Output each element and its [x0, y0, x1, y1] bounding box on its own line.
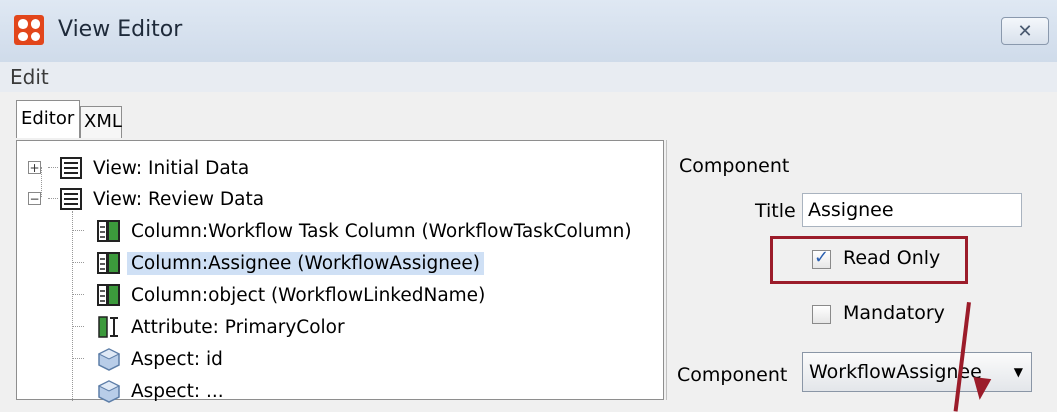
read-only-label: Read Only	[843, 247, 941, 269]
close-icon: ✕	[1017, 20, 1033, 42]
tree-item-label: Column:Workflow Task Column (WorkflowTas…	[131, 220, 632, 242]
collapse-icon[interactable]: −	[28, 192, 41, 205]
view-tree: + View: Initial Data − View: Review Data…	[16, 140, 664, 403]
tree-item-label: Column:Assignee (WorkflowAssignee)	[127, 251, 484, 275]
tree-item-label: Aspect: ...	[131, 380, 224, 402]
tree-item-label: Aspect: id	[131, 348, 223, 370]
aspect-icon	[97, 347, 121, 371]
tree-connector	[48, 198, 58, 199]
tree-item[interactable]: Column:Workflow Task Column (WorkflowTas…	[97, 216, 636, 246]
tree-connector	[72, 230, 84, 231]
tree-connector	[72, 211, 73, 401]
tab-xml[interactable]: XML	[80, 106, 122, 138]
window-title: View Editor	[58, 17, 183, 42]
tree-item-label: View: Initial Data	[93, 157, 250, 179]
tree-item-label: View: Review Data	[93, 188, 265, 210]
menu-edit[interactable]: Edit	[10, 65, 49, 89]
column-icon	[97, 219, 121, 243]
read-only-checkbox[interactable]	[812, 247, 831, 269]
attribute-icon	[97, 315, 121, 339]
tree-item-label: Attribute: PrimaryColor	[131, 316, 345, 338]
section-title: Component	[679, 155, 790, 177]
tree-item[interactable]: Aspect: id	[97, 344, 227, 374]
tree-item-label: Column:object (WorkflowLinkedName)	[131, 284, 486, 306]
table-icon	[59, 156, 83, 180]
tree-connector	[41, 167, 42, 197]
annotation-arrow-head	[970, 376, 992, 402]
component-label: Component	[677, 364, 788, 386]
tree-item[interactable]: Attribute: PrimaryColor	[97, 312, 349, 342]
tree-item-selected[interactable]: Column:Assignee (WorkflowAssignee)	[97, 248, 484, 278]
tree-connector	[72, 358, 84, 359]
window-titlebar: View Editor ✕	[0, 0, 1057, 63]
table-icon	[59, 187, 83, 211]
chevron-down-icon: ▼	[1013, 365, 1023, 379]
component-select-value: WorkflowAssignee	[809, 361, 982, 383]
column-icon	[97, 283, 121, 307]
tab-strip: Editor XML	[0, 92, 1057, 140]
properties-panel: Component Title Read Only Mandatory Comp…	[666, 140, 1057, 412]
tree-connector	[72, 294, 84, 295]
menu-bar: Edit	[0, 62, 1057, 93]
tree-connector	[72, 326, 84, 327]
component-select[interactable]: WorkflowAssignee ▼	[802, 352, 1032, 392]
tree-item[interactable]: Aspect: ...	[97, 376, 228, 406]
tab-editor[interactable]: Editor	[16, 100, 80, 138]
tree-item[interactable]: Column:object (WorkflowLinkedName)	[97, 280, 489, 310]
app-logo-icon	[14, 15, 44, 45]
title-label: Title	[755, 200, 796, 222]
tree-connector	[72, 262, 84, 263]
title-input[interactable]	[802, 193, 1022, 227]
column-icon	[97, 251, 121, 275]
mandatory-label: Mandatory	[843, 302, 945, 324]
mandatory-checkbox[interactable]	[812, 305, 831, 324]
tree-item[interactable]: View: Review Data	[59, 184, 268, 214]
close-button[interactable]: ✕	[1001, 17, 1049, 45]
tree-connector	[48, 167, 58, 168]
expand-icon[interactable]: +	[28, 161, 41, 174]
aspect-icon	[97, 379, 121, 403]
tree-item[interactable]: View: Initial Data	[59, 153, 253, 183]
